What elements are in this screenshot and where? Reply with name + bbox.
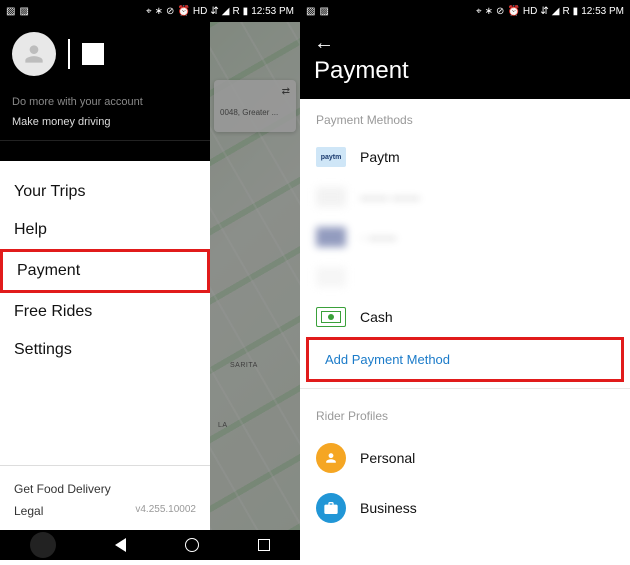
menu-your-trips[interactable]: Your Trips: [0, 173, 210, 211]
business-icon: [316, 493, 346, 523]
avatar[interactable]: [12, 32, 56, 76]
location-icon: ⌖: [476, 6, 482, 17]
menu-list: Your Trips Help Payment Free Rides Setti…: [0, 161, 210, 465]
image-icon: ▨: [319, 6, 328, 17]
alarm-icon: ⏰: [507, 6, 519, 17]
location-icon: ⌖: [146, 6, 152, 17]
updown-icon: ⇵: [210, 6, 218, 17]
back-arrow-icon[interactable]: ←: [314, 32, 616, 55]
hd-label: HD: [193, 6, 207, 17]
hidden-label: —— ——: [360, 189, 420, 205]
cash-label: Cash: [360, 309, 393, 325]
map-label-la: LA: [218, 422, 228, 429]
qr-placeholder-icon[interactable]: [82, 43, 104, 65]
dnd-icon: ⊘: [496, 6, 504, 17]
updown-icon: ⇵: [540, 6, 548, 17]
signal-icon: ◢: [552, 6, 560, 17]
status-bar: ▨ ▨ ⌖ ∗ ⊘ ⏰ HD ⇵ ◢ R ▮ 12:53 PM: [0, 0, 300, 22]
divider: [300, 388, 630, 389]
menu-settings[interactable]: Settings: [0, 331, 210, 369]
home-button[interactable]: [185, 538, 199, 552]
page-header: ← Payment: [300, 22, 630, 99]
menu-free-rides[interactable]: Free Rides: [0, 293, 210, 331]
bluetooth-icon: ∗: [485, 6, 493, 17]
card-icon: [316, 227, 346, 247]
section-payment-methods: Payment Methods: [300, 99, 630, 137]
back-button[interactable]: [115, 538, 126, 552]
card-icon: [316, 187, 346, 207]
section-rider-profiles: Rider Profiles: [300, 395, 630, 433]
card-icon: [316, 267, 346, 287]
menu-help[interactable]: Help: [0, 211, 210, 249]
business-label: Business: [360, 500, 417, 516]
roaming-label: R: [562, 6, 569, 17]
payment-body: Payment Methods paytm Paytm —— —— · ——: [300, 99, 630, 565]
status-bar: ▨ ▨ ⌖ ∗ ⊘ ⏰ HD ⇵ ◢ R ▮ 12:53 PM: [300, 0, 630, 22]
signal-icon: ◢: [222, 6, 230, 17]
profile-business[interactable]: Business: [300, 483, 630, 533]
clock: 12:53 PM: [251, 6, 294, 17]
destination-text: 0048, Greater ...: [220, 108, 290, 117]
payment-method-cash[interactable]: Cash: [300, 297, 630, 337]
right-phone: ▨ ▨ ⌖ ∗ ⊘ ⏰ HD ⇵ ◢ R ▮ 12:53 PM ← Paymen…: [300, 0, 630, 560]
cash-icon: [316, 307, 346, 327]
divider-pipe: [68, 39, 70, 69]
drawer-footer: Get Food Delivery Legal v4.255.10002: [0, 465, 210, 530]
payment-method-hidden[interactable]: · ——: [300, 217, 630, 257]
paytm-label: Paytm: [360, 149, 400, 165]
nav-drawer: Do more with your account Make money dri…: [0, 22, 210, 530]
person-icon: [21, 41, 47, 67]
personal-icon: [316, 443, 346, 473]
left-phone: ▨ ▨ ⌖ ∗ ⊘ ⏰ HD ⇵ ◢ R ▮ 12:53 PM ⇄ 0048, …: [0, 0, 300, 560]
image-icon: ▨: [306, 6, 315, 17]
payment-method-paytm[interactable]: paytm Paytm: [300, 137, 630, 177]
car-icon: ⇄: [282, 86, 290, 97]
android-navbar: [0, 530, 300, 560]
bluetooth-icon: ∗: [155, 6, 163, 17]
payment-method-hidden[interactable]: —— ——: [300, 177, 630, 217]
roaming-label: R: [232, 6, 239, 17]
alarm-icon: ⏰: [177, 6, 189, 17]
divider: [0, 140, 210, 141]
map-background: ⇄ 0048, Greater ... SARITA LA: [210, 22, 300, 530]
dnd-icon: ⊘: [166, 6, 174, 17]
make-money-link[interactable]: Make money driving: [0, 112, 210, 140]
personal-label: Personal: [360, 450, 415, 466]
add-payment-highlight: Add Payment Method: [306, 337, 624, 382]
destination-card[interactable]: ⇄ 0048, Greater ...: [214, 80, 296, 132]
paytm-icon: paytm: [316, 147, 346, 167]
profile-personal[interactable]: Personal: [300, 433, 630, 483]
image-icon: ▨: [19, 6, 28, 17]
menu-payment[interactable]: Payment: [0, 249, 210, 293]
hidden-label: · ——: [360, 229, 397, 245]
battery-icon: ▮: [573, 6, 579, 17]
clock: 12:53 PM: [581, 6, 624, 17]
legal-link[interactable]: Legal: [14, 504, 43, 518]
recents-button[interactable]: [258, 539, 270, 551]
page-title: Payment: [314, 57, 616, 85]
add-payment-method-link[interactable]: Add Payment Method: [309, 340, 621, 379]
account-motto: Do more with your account: [0, 84, 210, 112]
image-icon: ▨: [6, 6, 15, 17]
assistant-button[interactable]: [30, 532, 56, 558]
food-delivery-link[interactable]: Get Food Delivery: [14, 478, 196, 500]
battery-icon: ▮: [243, 6, 249, 17]
map-label-sarita: SARITA: [230, 362, 258, 369]
version-label: v4.255.10002: [135, 504, 196, 518]
hd-label: HD: [523, 6, 537, 17]
payment-method-hidden[interactable]: [300, 257, 630, 297]
